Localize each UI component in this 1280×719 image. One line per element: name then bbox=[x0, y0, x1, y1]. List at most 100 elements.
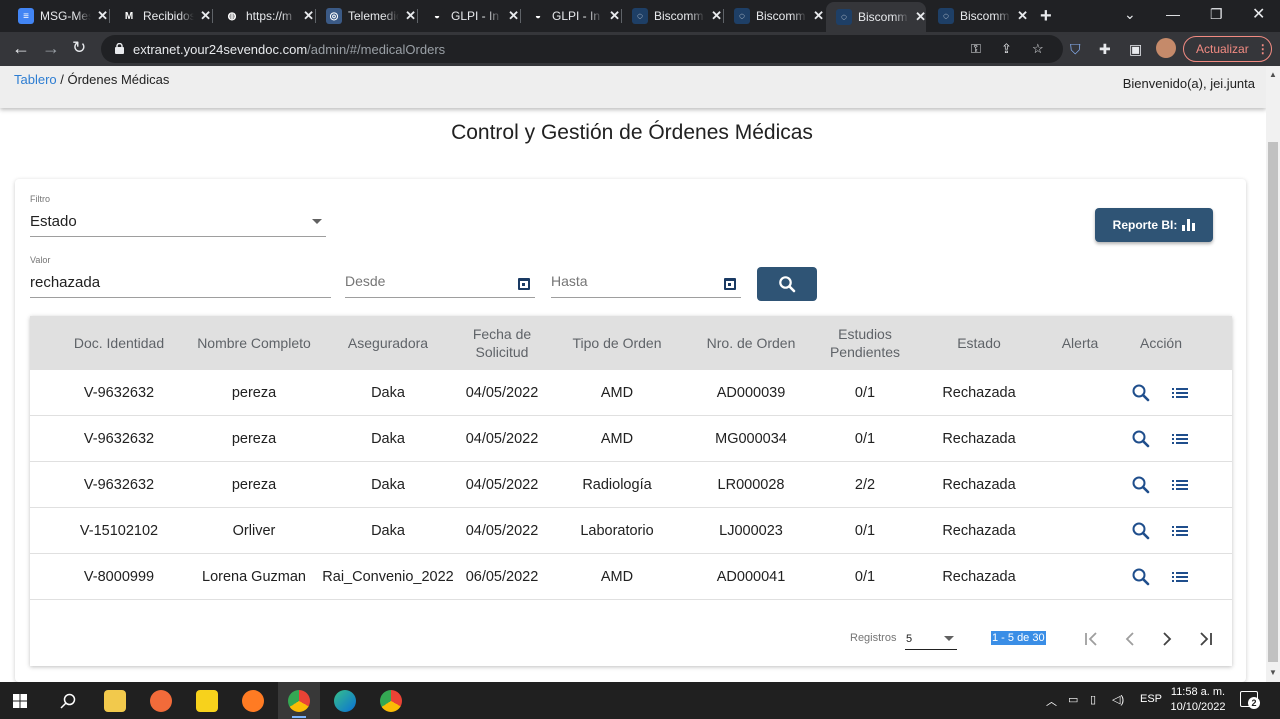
scroll-thumb[interactable] bbox=[1268, 142, 1278, 662]
battery-icon[interactable]: ▯ bbox=[1090, 693, 1096, 706]
browser-tab[interactable]: M Recibidos ✕ bbox=[111, 4, 211, 28]
search-icon[interactable] bbox=[60, 693, 76, 709]
tray-chevron-icon[interactable]: ︿ bbox=[1046, 693, 1057, 709]
page-scrollbar[interactable]: ▲ ▼ bbox=[1266, 66, 1280, 682]
close-tab-icon[interactable]: ✕ bbox=[711, 8, 722, 24]
chrome-icon[interactable] bbox=[380, 690, 402, 712]
browser-tab[interactable]: ◌ Biscomm ✕ bbox=[622, 4, 722, 28]
calendar-icon[interactable] bbox=[518, 278, 530, 290]
chevron-down-icon bbox=[312, 219, 322, 224]
close-window-button[interactable]: ✕ bbox=[1252, 4, 1265, 24]
firefox-icon[interactable] bbox=[242, 690, 264, 712]
previous-page-button[interactable] bbox=[1118, 628, 1142, 650]
view-order-search-icon[interactable] bbox=[1131, 567, 1151, 587]
forward-button[interactable]: → bbox=[42, 39, 60, 57]
sticky-notes-icon[interactable] bbox=[196, 690, 218, 712]
table-cell: pereza bbox=[231, 431, 277, 447]
notifications-icon[interactable]: 2 bbox=[1240, 691, 1260, 709]
filter-select[interactable]: Estado bbox=[30, 205, 326, 237]
browser-tab[interactable]: ◒ GLPI - In ✕ bbox=[520, 4, 620, 28]
date-to-input[interactable]: Hasta bbox=[551, 266, 741, 298]
side-panel-icon[interactable]: ▣ bbox=[1129, 41, 1142, 58]
table-cell: Rechazada bbox=[942, 569, 1016, 585]
date-from-input[interactable]: Desde bbox=[345, 266, 535, 298]
view-order-search-icon[interactable] bbox=[1131, 429, 1151, 449]
table-cell: pereza bbox=[231, 477, 277, 493]
notification-count: 2 bbox=[1248, 697, 1260, 709]
view-order-search-icon[interactable] bbox=[1131, 521, 1151, 541]
tab-title: Biscomm bbox=[960, 9, 1010, 23]
network-icon[interactable]: ▭ bbox=[1068, 693, 1078, 706]
back-button[interactable]: ← bbox=[12, 39, 30, 57]
table-cell: Daka bbox=[371, 385, 405, 401]
last-page-button[interactable] bbox=[1193, 628, 1217, 650]
close-tab-icon[interactable]: ✕ bbox=[200, 8, 211, 24]
browser-tab[interactable]: ◌ Biscomm ✕ bbox=[826, 2, 926, 32]
scroll-up-icon[interactable]: ▲ bbox=[1269, 70, 1277, 79]
close-tab-icon[interactable]: ✕ bbox=[303, 8, 314, 24]
extension-shield-icon[interactable]: ⛉ bbox=[1070, 41, 1081, 58]
details-list-icon[interactable] bbox=[1170, 475, 1190, 495]
breadcrumb: Tablero / Órdenes Médicas bbox=[14, 72, 169, 87]
clock[interactable]: 11:58 a. m. 10/10/2022 bbox=[1166, 685, 1230, 715]
share-icon[interactable]: ⇪ bbox=[1001, 41, 1012, 57]
table-row: V-15102102 Orliver Daka 04/05/2022 Laborator… bbox=[30, 508, 1232, 554]
first-page-button[interactable] bbox=[1080, 628, 1104, 650]
column-header: Estado bbox=[957, 335, 1001, 351]
tab-search-icon[interactable]: ⌄ bbox=[1124, 6, 1136, 23]
details-list-icon[interactable] bbox=[1170, 567, 1190, 587]
search-button[interactable] bbox=[757, 267, 817, 301]
gmail-icon: M bbox=[121, 8, 137, 24]
bookmark-star-icon[interactable]: ☆ bbox=[1032, 41, 1044, 57]
browser-tab[interactable]: ◍ https://m ✕ bbox=[214, 4, 314, 28]
profile-avatar[interactable] bbox=[1156, 38, 1176, 58]
browser-tab[interactable]: ≡ MSG-Mesa ✕ bbox=[8, 4, 108, 28]
volume-icon[interactable]: ◁) bbox=[1112, 693, 1124, 706]
close-tab-icon[interactable]: ✕ bbox=[813, 8, 824, 24]
docs-icon: ≡ bbox=[18, 8, 34, 24]
new-tab-button[interactable]: + bbox=[1040, 6, 1052, 26]
update-button[interactable]: Actualizar ⋮ bbox=[1183, 36, 1272, 62]
chrome-icon[interactable] bbox=[288, 690, 310, 712]
breadcrumb-current: Órdenes Médicas bbox=[67, 72, 170, 87]
table-cell: Laboratorio bbox=[580, 523, 654, 539]
minimize-button[interactable]: — bbox=[1166, 6, 1180, 22]
edge-icon[interactable] bbox=[334, 690, 356, 712]
close-tab-icon[interactable]: ✕ bbox=[1017, 8, 1028, 24]
table-cell bbox=[1045, 508, 1115, 554]
windows-start-icon[interactable] bbox=[13, 694, 27, 708]
browser-tab[interactable]: ◌ Biscomm ✕ bbox=[928, 4, 1028, 28]
scroll-down-icon[interactable]: ▼ bbox=[1269, 668, 1277, 677]
extensions-puzzle-icon[interactable]: ✚ bbox=[1099, 41, 1111, 58]
close-tab-icon[interactable]: ✕ bbox=[508, 8, 519, 24]
reload-button[interactable]: ↻ bbox=[72, 39, 86, 57]
close-tab-icon[interactable]: ✕ bbox=[915, 9, 926, 25]
browser-tab[interactable]: ◌ Biscomm ✕ bbox=[724, 4, 824, 28]
details-list-icon[interactable] bbox=[1170, 383, 1190, 403]
details-list-icon[interactable] bbox=[1170, 521, 1190, 541]
value-input[interactable]: rechazada bbox=[30, 266, 331, 298]
browser-tab[interactable]: ◒ GLPI - In ✕ bbox=[419, 4, 519, 28]
view-order-search-icon[interactable] bbox=[1131, 383, 1151, 403]
maximize-button[interactable]: ❐ bbox=[1210, 6, 1223, 23]
app-icon-orange[interactable] bbox=[150, 690, 172, 712]
language-indicator[interactable]: ESP bbox=[1140, 693, 1162, 705]
calendar-icon[interactable] bbox=[724, 278, 736, 290]
browser-tab[interactable]: ◎ Telemedicina ✕ bbox=[316, 4, 416, 28]
breadcrumb-link-dashboard[interactable]: Tablero bbox=[14, 72, 57, 87]
tab-separator bbox=[417, 9, 418, 23]
address-bar[interactable]: extranet.your24sevendoc.com/admin/#/medi… bbox=[101, 35, 1063, 63]
page-size-select[interactable]: 5 bbox=[905, 630, 957, 650]
table-row: V-8000999 Lorena Guzman Rai_Convenio_2022 0… bbox=[30, 554, 1232, 600]
report-bi-button[interactable]: Reporte BI: bbox=[1095, 208, 1213, 242]
key-icon[interactable]: ⚿ bbox=[971, 41, 981, 57]
next-page-button[interactable] bbox=[1155, 628, 1179, 650]
view-order-search-icon[interactable] bbox=[1131, 475, 1151, 495]
column-header: Estudios Pendientes bbox=[829, 326, 901, 360]
close-tab-icon[interactable]: ✕ bbox=[97, 8, 108, 24]
details-list-icon[interactable] bbox=[1170, 429, 1190, 449]
close-tab-icon[interactable]: ✕ bbox=[405, 8, 416, 24]
file-explorer-icon[interactable] bbox=[104, 690, 126, 712]
close-tab-icon[interactable]: ✕ bbox=[609, 8, 620, 24]
table-cell: AMD bbox=[600, 431, 634, 447]
